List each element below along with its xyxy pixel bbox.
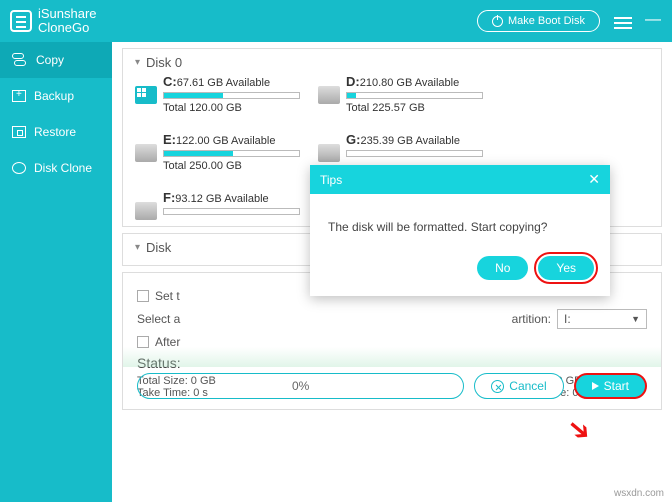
partition-label: artition: (512, 312, 551, 326)
partition-D[interactable]: D:210.80 GB Available Total 225.57 GB (318, 74, 483, 114)
partition-total: Total 250.00 GB (163, 160, 300, 172)
partition-total: Total 120.00 GB (163, 102, 300, 114)
partition-E[interactable]: E:122.00 GB Available Total 250.00 GB (135, 132, 300, 172)
usage-bar (163, 208, 300, 215)
chevron-down-icon: ▾ (135, 242, 140, 253)
partition-label: C:67.61 GB Available (163, 74, 300, 89)
partition-label: G:235.39 GB Available (346, 132, 483, 147)
drive-icon (318, 86, 340, 104)
usage-bar (346, 150, 483, 157)
usage-bar (163, 150, 300, 157)
app-logo-icon (10, 10, 32, 32)
title-bar: iSunshare CloneGo Make Boot Disk — (0, 0, 672, 42)
cancel-icon (491, 380, 504, 393)
sidebar-item-copy[interactable]: Copy (0, 42, 112, 78)
dialog-yes-button[interactable]: Yes (538, 256, 594, 280)
disk0-header[interactable]: ▾ Disk 0 (135, 55, 649, 70)
restore-icon (12, 126, 26, 138)
drive-icon (135, 86, 157, 104)
partition-C[interactable]: C:67.61 GB Available Total 120.00 GB (135, 74, 300, 114)
backup-icon (12, 90, 26, 102)
play-icon (592, 382, 599, 390)
drive-icon (135, 144, 157, 162)
sidebar: Copy Backup Restore Disk Clone (0, 42, 112, 502)
start-button[interactable]: Start (574, 373, 647, 399)
select-label: Select a (137, 312, 180, 326)
menu-icon[interactable] (614, 14, 632, 28)
dialog-header: Tips ✕ (310, 165, 610, 194)
bottom-bar: 0% Cancel Start (123, 373, 661, 399)
tips-dialog: Tips ✕ The disk will be formatted. Start… (310, 165, 610, 296)
progress-bar: 0% (137, 373, 464, 399)
sidebar-item-disk-clone[interactable]: Disk Clone (0, 150, 112, 186)
usage-bar (163, 92, 300, 99)
checkbox-set[interactable] (137, 290, 149, 302)
sidebar-item-restore[interactable]: Restore (0, 114, 112, 150)
app-title: iSunshare CloneGo (38, 7, 97, 36)
chevron-down-icon: ▾ (135, 57, 140, 68)
checkbox-set-label: Set t (155, 289, 180, 303)
cancel-button[interactable]: Cancel (474, 373, 563, 399)
power-icon (492, 16, 503, 27)
sidebar-item-backup[interactable]: Backup (0, 78, 112, 114)
disk-clone-icon (12, 162, 26, 174)
drive-icon (135, 202, 157, 220)
watermark: wsxdn.com (614, 488, 664, 499)
dialog-no-button[interactable]: No (477, 256, 528, 280)
partition-label: F:93.12 GB Available (163, 190, 300, 205)
minimize-icon[interactable]: — (644, 14, 662, 28)
caret-down-icon: ▼ (631, 314, 640, 324)
dialog-message: The disk will be formatted. Start copyin… (310, 194, 610, 244)
annotation-arrow-icon: ➔ (560, 409, 599, 449)
copy-icon (12, 53, 28, 67)
drive-icon (318, 144, 340, 162)
partition-label: E:122.00 GB Available (163, 132, 300, 147)
dialog-close-icon[interactable]: ✕ (588, 171, 600, 188)
partition-dropdown[interactable]: I: ▼ (557, 309, 647, 329)
partition-total: Total 225.57 GB (346, 102, 483, 114)
usage-bar (346, 92, 483, 99)
partition-F[interactable]: F:93.12 GB Available (135, 190, 300, 220)
make-boot-disk-button[interactable]: Make Boot Disk (477, 10, 600, 32)
partition-label: D:210.80 GB Available (346, 74, 483, 89)
